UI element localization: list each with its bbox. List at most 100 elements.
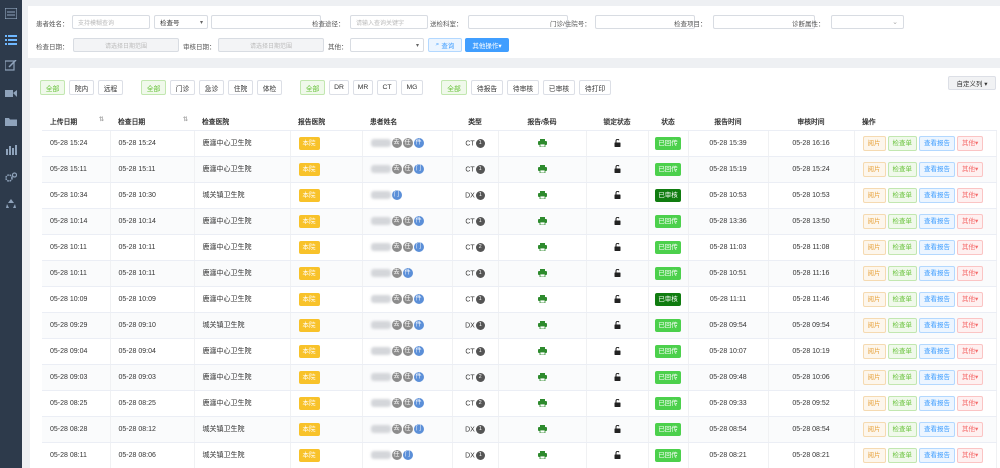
filter-chip-4-pending-review[interactable]: 待审核 [507,80,539,95]
unlock-icon[interactable] [614,320,621,329]
table-row[interactable]: 05-28 10:11 05-28 10:11 鹿瀍中心卫生院 本院去件 CT 1 已回传 0… [42,260,997,287]
view-report-button[interactable]: 查看报告 [919,187,955,203]
other-actions-button[interactable]: 其他▾ [957,291,984,307]
custom-columns-button[interactable]: 自定义列 ▾ [948,76,996,90]
filter-chip-3-dr[interactable]: DR [329,80,349,95]
col-upload-date[interactable]: 上传日期 ⇅ [42,112,110,131]
view-images-button[interactable]: 阅片 [862,291,886,307]
print-icon[interactable] [537,191,547,200]
filter-chip-1-in-hospital[interactable]: 院内 [69,80,94,95]
diagnosis-attr-select[interactable]: ⌄ [831,15,904,29]
filter-chip-2-inpatient[interactable]: 住院 [228,80,253,95]
unlock-icon[interactable] [614,164,621,173]
filter-chip-4-all[interactable]: 全部 [441,80,467,95]
unlock-icon[interactable] [614,450,621,459]
request-form-button[interactable]: 检查单 [887,213,917,229]
other-actions-button[interactable]: 其他▾ [957,343,984,359]
request-form-button[interactable]: 检查单 [887,421,917,437]
request-form-button[interactable]: 检查单 [887,239,917,255]
request-form-button[interactable]: 检查单 [887,135,917,151]
print-icon[interactable] [537,373,547,382]
unlock-icon[interactable] [614,216,621,225]
table-row[interactable]: 05-28 09:04 05-28 09:04 鹿瀍中心卫生院 本院去任件 CT 1 已回传… [42,338,997,365]
other-actions-button[interactable]: 其他▾ [957,421,984,437]
print-icon[interactable] [537,243,547,252]
print-icon[interactable] [537,399,547,408]
unlock-icon[interactable] [614,372,621,381]
view-images-button[interactable]: 阅片 [862,395,886,411]
more-operations-button[interactable]: 其他操作▾ [465,38,509,52]
table-row[interactable]: 05-28 10:34 05-28 10:30 城关镇卫生院 本院 门 DX 1 已审核 05-… [42,182,997,209]
view-report-button[interactable]: 查看报告 [919,369,955,385]
settings-icon[interactable] [3,170,19,184]
print-icon[interactable] [537,295,547,304]
view-images-button[interactable]: 阅片 [862,239,886,255]
view-images-button[interactable]: 阅片 [862,265,886,281]
unlock-icon[interactable] [614,346,621,355]
request-form-button[interactable]: 检查单 [887,161,917,177]
view-report-button[interactable]: 查看报告 [919,447,955,463]
menu-icon[interactable] [3,32,19,46]
video-icon[interactable] [3,86,19,100]
filter-chip-3-mr[interactable]: MR [353,80,373,95]
other-select[interactable]: ▾ [350,38,424,52]
other-actions-button[interactable]: 其他▾ [957,265,984,281]
other-actions-button[interactable]: 其他▾ [957,135,984,151]
request-form-button[interactable]: 检查单 [887,317,917,333]
other-actions-button[interactable]: 其他▾ [957,369,984,385]
print-icon[interactable] [537,321,547,330]
table-row[interactable]: 05-28 10:11 05-28 10:11 鹿瀍中心卫生院 本院去任门 CT 2 已回传… [42,234,997,261]
view-images-button[interactable]: 阅片 [862,343,886,359]
table-row[interactable]: 05-28 10:14 05-28 10:14 鹿瀍中心卫生院 本院去任件 CT 1 已回传… [42,208,997,235]
print-icon[interactable] [537,269,547,278]
table-row[interactable]: 05-28 08:25 05-28 08:25 鹿瀍中心卫生院 本院去任件 CT 2 已回传… [42,390,997,417]
request-form-button[interactable]: 检查单 [887,395,917,411]
check-route-input[interactable]: 请输入查询关键字 [350,15,428,29]
other-actions-button[interactable]: 其他▾ [957,395,984,411]
check-number-input[interactable] [211,15,321,29]
request-form-button[interactable]: 检查单 [887,187,917,203]
print-icon[interactable] [537,139,547,148]
unlock-icon[interactable] [614,138,621,147]
request-form-button[interactable]: 检查单 [887,343,917,359]
other-actions-button[interactable]: 其他▾ [957,317,984,333]
table-row[interactable]: 05-28 09:03 05-28 09:03 鹿瀍中心卫生院 本院去任件 CT 2 已回传… [42,364,997,391]
view-report-button[interactable]: 查看报告 [919,239,955,255]
filter-chip-2-outpatient[interactable]: 门诊 [170,80,195,95]
table-row[interactable]: 05-28 08:28 05-28 08:12 城关镇卫生院 本院去任门 DX 1 已回传 0… [42,416,997,443]
view-report-button[interactable]: 查看报告 [919,291,955,307]
table-row[interactable]: 05-28 09:29 05-28 09:10 城关镇卫生院 本院去任件 DX 1 已回传 0… [42,312,997,339]
view-images-button[interactable]: 阅片 [862,421,886,437]
sort-icon[interactable]: ⇅ [99,116,104,123]
filter-chip-2-all[interactable]: 全部 [141,80,166,95]
search-button[interactable]: ⌕ 查询 [428,38,462,52]
print-icon[interactable] [537,165,547,174]
view-report-button[interactable]: 查看报告 [919,317,955,333]
other-actions-button[interactable]: 其他▾ [957,187,984,203]
view-report-button[interactable]: 查看报告 [919,135,955,151]
other-actions-button[interactable]: 其他▾ [957,447,984,463]
table-row[interactable]: 05-28 10:09 05-28 10:09 鹿瀍中心卫生院 本院去任件 CT 1 已审核… [42,286,997,313]
print-icon[interactable] [537,347,547,356]
bar-chart-icon[interactable] [3,142,19,156]
view-report-button[interactable]: 查看报告 [919,395,955,411]
view-images-button[interactable]: 阅片 [862,161,886,177]
filter-chip-2-emergency[interactable]: 急诊 [199,80,224,95]
request-form-button[interactable]: 检查单 [887,447,917,463]
filter-chip-3-mg[interactable]: MG [401,80,423,95]
list-icon[interactable] [3,6,19,20]
filter-chip-3-ct[interactable]: CT [377,80,397,95]
view-images-button[interactable]: 阅片 [862,447,886,463]
other-actions-button[interactable]: 其他▾ [957,213,984,229]
table-row[interactable]: 05-28 15:24 05-28 15:24 鹿瀍中心卫生院 本院去任件 CT 1 已回传… [42,130,997,157]
sort-icon[interactable]: ⇅ [183,116,188,123]
recycle-icon[interactable] [3,196,19,210]
filter-chip-1-remote[interactable]: 远程 [98,80,123,95]
print-icon[interactable] [537,425,547,434]
table-row[interactable]: 05-28 08:11 05-28 08:06 城关镇卫生院 本院任门 DX 1 已回传 05… [42,442,997,468]
filter-chip-1-all[interactable]: 全部 [40,80,65,95]
table-row[interactable]: 05-28 15:11 05-28 15:11 鹿瀍中心卫生院 本院去任门 CT 1 已回传… [42,156,997,183]
view-images-button[interactable]: 阅片 [862,135,886,151]
patient-name-input[interactable]: 支持模糊查询 [72,15,150,29]
view-images-button[interactable]: 阅片 [862,369,886,385]
